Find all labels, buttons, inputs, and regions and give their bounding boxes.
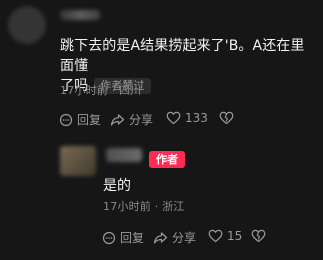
reply-reply-button[interactable]: 回复: [102, 229, 144, 246]
comment-text-line1: 跳下去的是A结果捞起来了'B。A还在里面懂: [60, 38, 305, 74]
heart-icon: [166, 111, 181, 125]
share-label: 分享: [172, 231, 197, 245]
share-button[interactable]: 分享: [110, 111, 153, 128]
like-button[interactable]: 133: [166, 111, 208, 125]
reply-time-location: 17小时前 · 浙江: [103, 200, 185, 213]
reply-share-button[interactable]: 分享: [153, 229, 196, 246]
like-count: 15: [227, 229, 243, 243]
comment-time-location: 17小时前 · 四川: [60, 84, 142, 97]
reply-body: 是的: [103, 178, 131, 194]
commenter-avatar[interactable]: [8, 6, 46, 44]
dislike-button[interactable]: [219, 111, 234, 125]
reply-label: 回复: [120, 231, 145, 245]
share-icon: [153, 231, 168, 244]
commenter-name[interactable]: [60, 10, 100, 20]
reply-icon: [59, 113, 73, 126]
share-icon: [110, 113, 125, 126]
share-label: 分享: [129, 113, 154, 127]
broken-heart-icon: [219, 111, 234, 125]
broken-heart-icon: [251, 229, 266, 243]
author-badge: 作者: [149, 151, 185, 168]
reply-avatar[interactable]: [60, 146, 96, 176]
reply-like-button[interactable]: 15: [208, 229, 242, 243]
reply-button[interactable]: 回复: [59, 111, 101, 128]
reply-icon: [102, 231, 116, 244]
reply-dislike-button[interactable]: [251, 229, 266, 243]
comment-thread: 跳下去的是A结果捞起来了'B。A还在里面懂 了吗 作者赞过 17小时前 · 四川 …: [0, 0, 323, 260]
reply-name[interactable]: [106, 148, 142, 162]
like-count: 133: [185, 111, 208, 125]
reply-label: 回复: [77, 113, 102, 127]
heart-icon: [208, 229, 223, 243]
